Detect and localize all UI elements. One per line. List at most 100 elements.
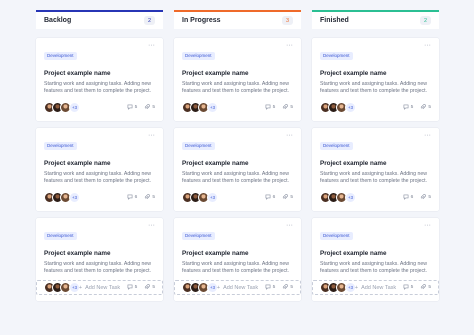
comment-icon: [127, 194, 133, 200]
attachments-stat[interactable]: 5: [144, 194, 155, 200]
attachments-stat[interactable]: 5: [420, 194, 431, 200]
comments-stat[interactable]: 6: [265, 194, 276, 200]
column-header[interactable]: In Progress 3: [174, 10, 301, 29]
more-options-icon[interactable]: ···: [424, 42, 431, 49]
comments-stat[interactable]: 5: [265, 104, 276, 110]
comments-count: 6: [272, 194, 276, 200]
column-header[interactable]: Backlog 2: [36, 10, 163, 29]
paperclip-icon: [283, 104, 289, 109]
member-avatars[interactable]: +3: [182, 191, 218, 203]
attachments-count: 5: [428, 104, 431, 110]
card-description: Starting work and assigning tasks. Addin…: [182, 81, 289, 94]
task-card[interactable]: Development ··· Project example name Sta…: [174, 38, 301, 121]
more-options-icon[interactable]: ···: [286, 42, 293, 49]
category-tag[interactable]: Development: [44, 51, 77, 60]
task-card[interactable]: Development ··· Project example name Sta…: [174, 128, 301, 211]
card-footer: +3 5 5: [320, 101, 431, 113]
column-backlog: Backlog 2 Development ··· Project exampl…: [36, 10, 163, 301]
more-options-icon[interactable]: ···: [424, 132, 431, 139]
add-new-task-label: Add New Task: [361, 284, 397, 291]
member-avatars[interactable]: +3: [44, 191, 80, 203]
member-avatars[interactable]: +3: [320, 191, 356, 203]
category-tag[interactable]: Development: [320, 231, 353, 240]
paperclip-icon: [283, 194, 289, 199]
card-description: Starting work and assigning tasks. Addin…: [44, 81, 151, 94]
task-card[interactable]: Development ··· Project example name Sta…: [36, 128, 163, 211]
column-count-badge: 2: [420, 16, 431, 25]
column-title: Backlog: [44, 17, 72, 24]
card-footer: +3 5 5: [44, 101, 155, 113]
card-title: Project example name: [320, 160, 387, 167]
more-options-icon[interactable]: ···: [424, 222, 431, 229]
attachments-count: 5: [428, 194, 431, 200]
extra-members-badge[interactable]: +3: [207, 191, 218, 203]
more-options-icon[interactable]: ···: [148, 222, 155, 229]
add-new-task-label: Add New Task: [223, 284, 259, 291]
task-card[interactable]: Development ··· Project example name Sta…: [312, 128, 439, 211]
comments-stat[interactable]: 5: [403, 104, 414, 110]
card-description: Starting work and assigning tasks. Addin…: [182, 171, 289, 184]
paperclip-icon: [145, 104, 151, 109]
category-tag[interactable]: Development: [320, 141, 353, 150]
comments-stat[interactable]: 5: [127, 104, 138, 110]
task-card[interactable]: Development ··· Project example name Sta…: [312, 38, 439, 121]
column-title: Finished: [320, 17, 349, 24]
member-avatars[interactable]: +3: [320, 101, 356, 113]
column-count-badge: 3: [282, 16, 293, 25]
extra-members-badge[interactable]: +3: [345, 101, 356, 113]
member-avatars[interactable]: +3: [44, 101, 80, 113]
more-options-icon[interactable]: ···: [286, 222, 293, 229]
comment-icon: [265, 194, 271, 200]
attachments-count: 5: [290, 194, 293, 200]
comments-count: 6: [410, 194, 414, 200]
attachments-count: 5: [152, 104, 155, 110]
card-description: Starting work and assigning tasks. Addin…: [320, 261, 427, 274]
more-options-icon[interactable]: ···: [286, 132, 293, 139]
attachments-count: 5: [290, 104, 293, 110]
extra-members-badge[interactable]: +3: [345, 191, 356, 203]
attachments-count: 5: [152, 194, 155, 200]
more-options-icon[interactable]: ···: [148, 132, 155, 139]
category-tag[interactable]: Development: [182, 51, 215, 60]
card-title: Project example name: [182, 160, 249, 167]
comment-icon: [403, 194, 409, 200]
category-tag[interactable]: Development: [44, 231, 77, 240]
more-options-icon[interactable]: ···: [148, 42, 155, 49]
comments-stat[interactable]: 6: [127, 194, 138, 200]
add-new-task-label: Add New Task: [85, 284, 121, 291]
card-title: Project example name: [182, 70, 249, 77]
comments-count: 5: [272, 104, 276, 110]
member-avatars[interactable]: +3: [182, 101, 218, 113]
task-card[interactable]: Development ··· Project example name Sta…: [36, 38, 163, 121]
attachments-stat[interactable]: 5: [420, 104, 431, 110]
comments-stat[interactable]: 6: [403, 194, 414, 200]
card-footer: +3 6 5: [182, 191, 293, 203]
category-tag[interactable]: Development: [182, 231, 215, 240]
card-footer: +3 6 5: [44, 191, 155, 203]
card-description: Starting work and assigning tasks. Addin…: [320, 171, 427, 184]
column-header[interactable]: Finished 2: [312, 10, 439, 29]
card-footer: +3 5 5: [182, 101, 293, 113]
attachments-stat[interactable]: 5: [282, 104, 293, 110]
comment-icon: [403, 104, 409, 110]
column-finished: Finished 2 Development ··· Project examp…: [312, 10, 439, 301]
attachments-stat[interactable]: 5: [144, 104, 155, 110]
paperclip-icon: [421, 104, 427, 109]
paperclip-icon: [421, 194, 427, 199]
add-new-task-button[interactable]: + Add New Task: [174, 280, 301, 295]
category-tag[interactable]: Development: [320, 51, 353, 60]
column-title: In Progress: [182, 17, 221, 24]
card-title: Project example name: [44, 70, 111, 77]
comments-count: 6: [134, 194, 138, 200]
comments-count: 5: [134, 104, 138, 110]
extra-members-badge[interactable]: +3: [69, 191, 80, 203]
category-tag[interactable]: Development: [182, 141, 215, 150]
category-tag[interactable]: Development: [44, 141, 77, 150]
attachments-stat[interactable]: 5: [282, 194, 293, 200]
extra-members-badge[interactable]: +3: [69, 101, 80, 113]
add-new-task-button[interactable]: + Add New Task: [312, 280, 439, 295]
extra-members-badge[interactable]: +3: [207, 101, 218, 113]
add-new-task-button[interactable]: + Add New Task: [36, 280, 163, 295]
comments-count: 5: [410, 104, 414, 110]
plus-icon: +: [78, 284, 83, 291]
